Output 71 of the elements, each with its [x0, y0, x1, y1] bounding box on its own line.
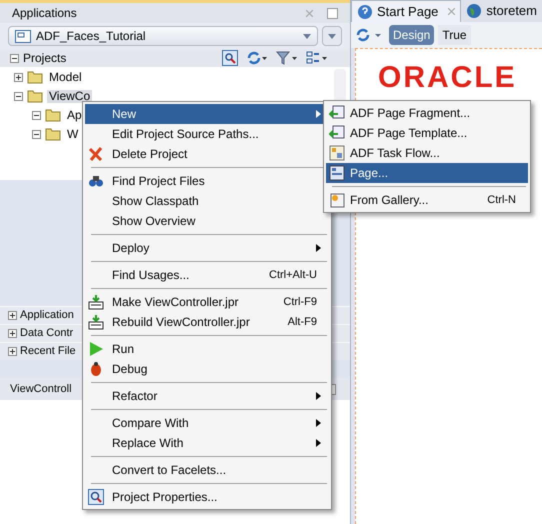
globe-icon — [466, 3, 482, 19]
menu-item[interactable]: Rebuild ViewController.jpr Alt-F9 — [85, 312, 329, 332]
folder-icon — [27, 88, 43, 104]
filter-icon[interactable] — [276, 50, 298, 66]
minimize-icon[interactable] — [326, 8, 338, 18]
tree-item[interactable]: ViewCo — [47, 90, 92, 102]
menu-item[interactable]: Find Usages... Ctrl+Alt-U — [85, 265, 329, 285]
expand-toggle[interactable] — [8, 311, 17, 320]
plus-icon — [9, 348, 16, 355]
section-title: Projects — [23, 50, 68, 67]
menu-item[interactable]: Compare With — [85, 413, 329, 433]
editor-tab[interactable]: Start Page — [350, 0, 462, 22]
bug-icon — [88, 361, 104, 377]
search-icon[interactable] — [222, 50, 238, 66]
plus-icon — [15, 74, 22, 80]
menu-item[interactable]: Make ViewController.jpr Ctrl-F9 — [85, 292, 329, 312]
view-toggle[interactable]: Design — [388, 25, 434, 45]
expand-toggle[interactable] — [8, 329, 17, 338]
binoculars-icon — [88, 173, 104, 189]
dropdown-button[interactable] — [322, 26, 342, 46]
shortcut-text: Alt-F9 — [288, 314, 317, 330]
menu-item[interactable]: Project Properties... — [85, 487, 329, 507]
magnifier-icon — [88, 489, 104, 505]
menu-item[interactable]: ADF Task Flow... — [326, 143, 528, 163]
folder-icon — [45, 126, 61, 142]
menu-item[interactable]: Deploy — [85, 238, 329, 258]
layout-icon[interactable] — [306, 50, 328, 66]
menu-item[interactable]: ADF Page Fragment... — [326, 103, 528, 123]
build-icon — [88, 294, 104, 310]
document-arrow-icon — [329, 125, 345, 141]
panel-title: ViewControll — [10, 382, 72, 397]
tree-item[interactable]: W — [65, 128, 80, 140]
caret-icon — [302, 34, 311, 38]
menu-item[interactable]: Debug — [85, 359, 329, 379]
plus-icon — [9, 330, 16, 337]
logo: ORACLE — [378, 61, 517, 94]
menu-item[interactable]: ADF Page Template... — [326, 123, 528, 143]
tree-item[interactable]: Ap — [65, 108, 84, 122]
plus-icon — [9, 312, 16, 319]
shortcut-text: Ctrl-F9 — [283, 294, 317, 310]
collapse-toggle[interactable] — [14, 92, 23, 100]
page-icon — [329, 165, 345, 181]
menu-item[interactable]: Replace With — [85, 433, 329, 453]
expand-toggle[interactable] — [8, 347, 17, 356]
menu-item[interactable]: Page... — [326, 163, 528, 183]
shortcut-text: Ctrl-N — [487, 192, 516, 208]
folder-icon — [45, 107, 61, 123]
menu-item[interactable]: Refactor — [85, 386, 329, 406]
application-icon — [15, 30, 31, 42]
menu-item[interactable]: Show Overview — [85, 211, 329, 231]
menu-item[interactable]: Run — [85, 339, 329, 359]
shortcut-text: Ctrl+Alt-U — [269, 268, 317, 283]
tree-item[interactable]: Model — [47, 70, 84, 84]
caret-icon — [328, 34, 336, 38]
menu-item[interactable]: From Gallery... Ctrl-N — [326, 190, 528, 210]
sync-icon[interactable] — [246, 50, 268, 66]
cross-icon — [88, 146, 104, 162]
collapse-toggle[interactable] — [32, 130, 41, 138]
help-icon — [356, 4, 373, 20]
folder-icon — [27, 69, 43, 85]
panel-title: Applications — [12, 5, 78, 22]
application-dropdown[interactable]: ADF_Faces_Tutorial — [8, 26, 318, 46]
document-arrow-icon — [329, 105, 345, 121]
collapse-toggle[interactable] — [10, 54, 19, 62]
expand-toggle[interactable] — [14, 72, 23, 82]
view-toggle[interactable]: True — [438, 25, 471, 45]
build-icon — [88, 314, 104, 330]
flow-icon — [329, 145, 345, 161]
editor-tab[interactable]: storetem — [461, 0, 542, 22]
menu-item[interactable]: Convert to Facelets... — [85, 460, 329, 480]
collapse-toggle[interactable] — [32, 110, 41, 120]
